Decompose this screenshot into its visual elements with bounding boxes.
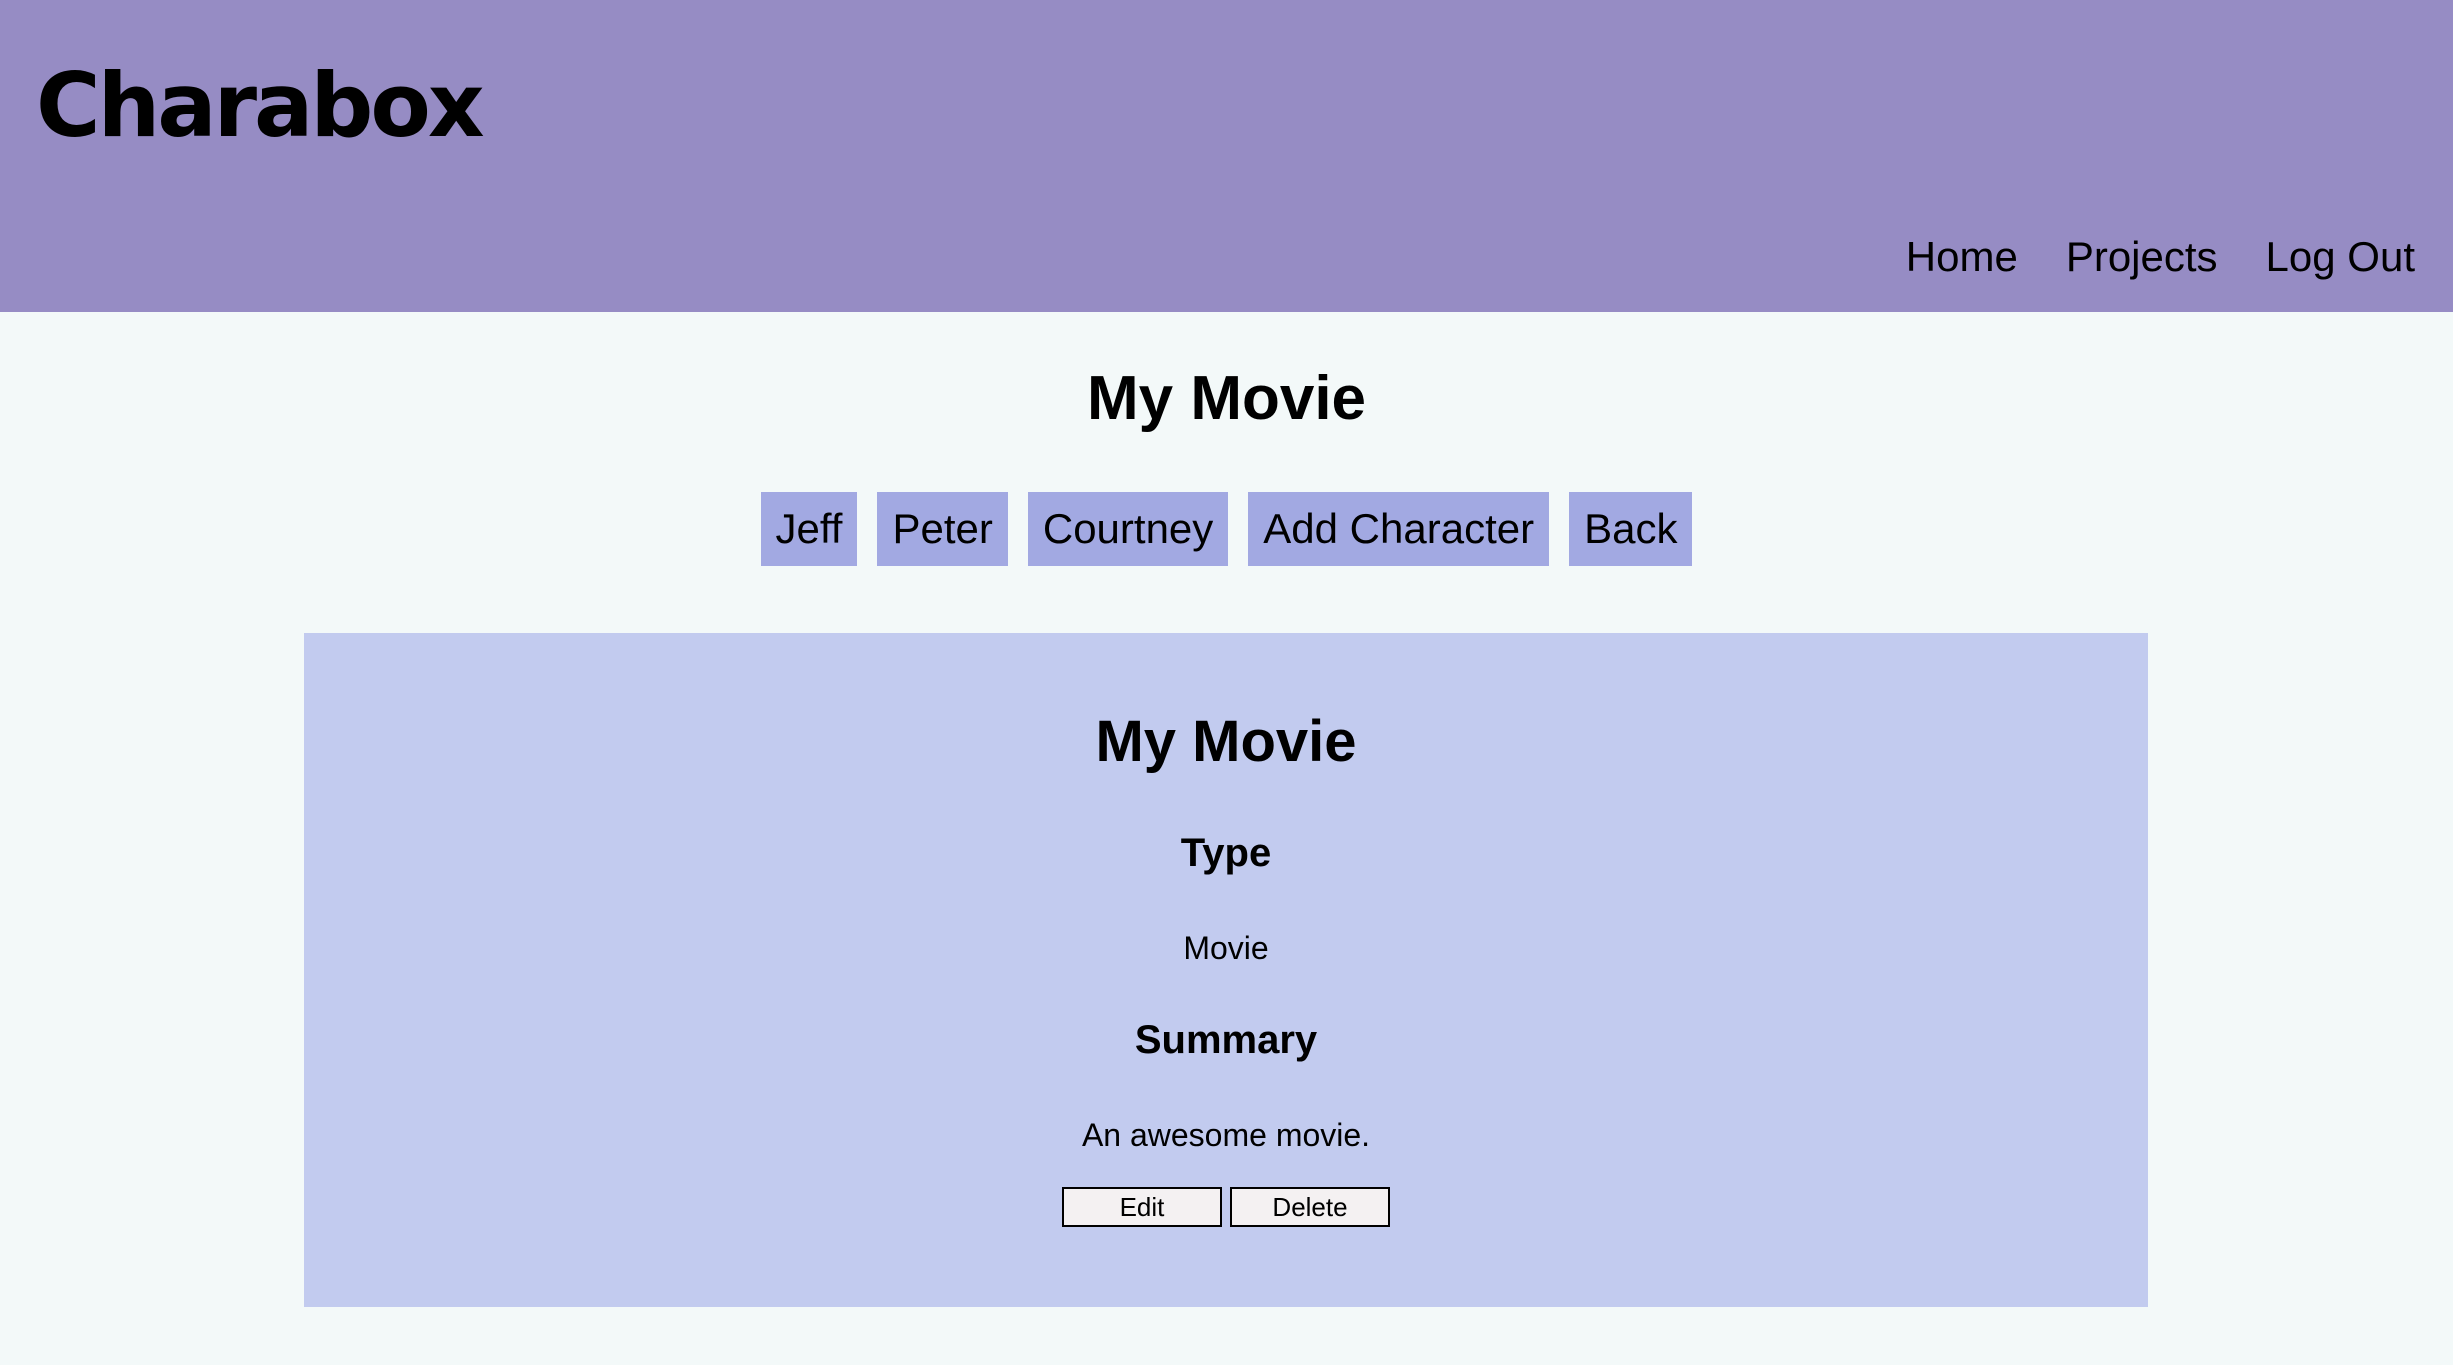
delete-button[interactable]: Delete <box>1230 1187 1390 1227</box>
site-header: Charabox Home Projects Log Out <box>0 0 2453 312</box>
summary-label: Summary <box>1134 1018 1318 1062</box>
back-button[interactable]: Back <box>1569 492 1693 566</box>
type-value: Movie <box>1183 930 1269 966</box>
character-button-courtney[interactable]: Courtney <box>1027 492 1229 566</box>
app-logo[interactable]: Charabox <box>36 62 485 150</box>
nav-logout-link[interactable]: Log Out <box>2266 232 2415 282</box>
page-title: My Movie <box>1086 364 1367 433</box>
nav-projects-link[interactable]: Projects <box>2066 232 2218 282</box>
add-character-button[interactable]: Add Character <box>1248 492 1550 566</box>
character-button-peter[interactable]: Peter <box>877 492 1008 566</box>
summary-value: An awesome movie. <box>1081 1117 1371 1153</box>
type-label: Type <box>1180 831 1272 875</box>
main-nav: Home Projects Log Out <box>1906 232 2415 282</box>
project-title: My Movie <box>1095 709 1357 774</box>
character-button-jeff[interactable]: Jeff <box>760 492 858 566</box>
character-bar: Jeff Peter Courtney Add Character Back <box>0 492 2453 566</box>
edit-button[interactable]: Edit <box>1062 1187 1222 1227</box>
project-actions: Edit Delete <box>304 1187 2148 1227</box>
nav-home-link[interactable]: Home <box>1906 232 2018 282</box>
project-card: My Movie Type Movie Summary An awesome m… <box>304 633 2148 1307</box>
